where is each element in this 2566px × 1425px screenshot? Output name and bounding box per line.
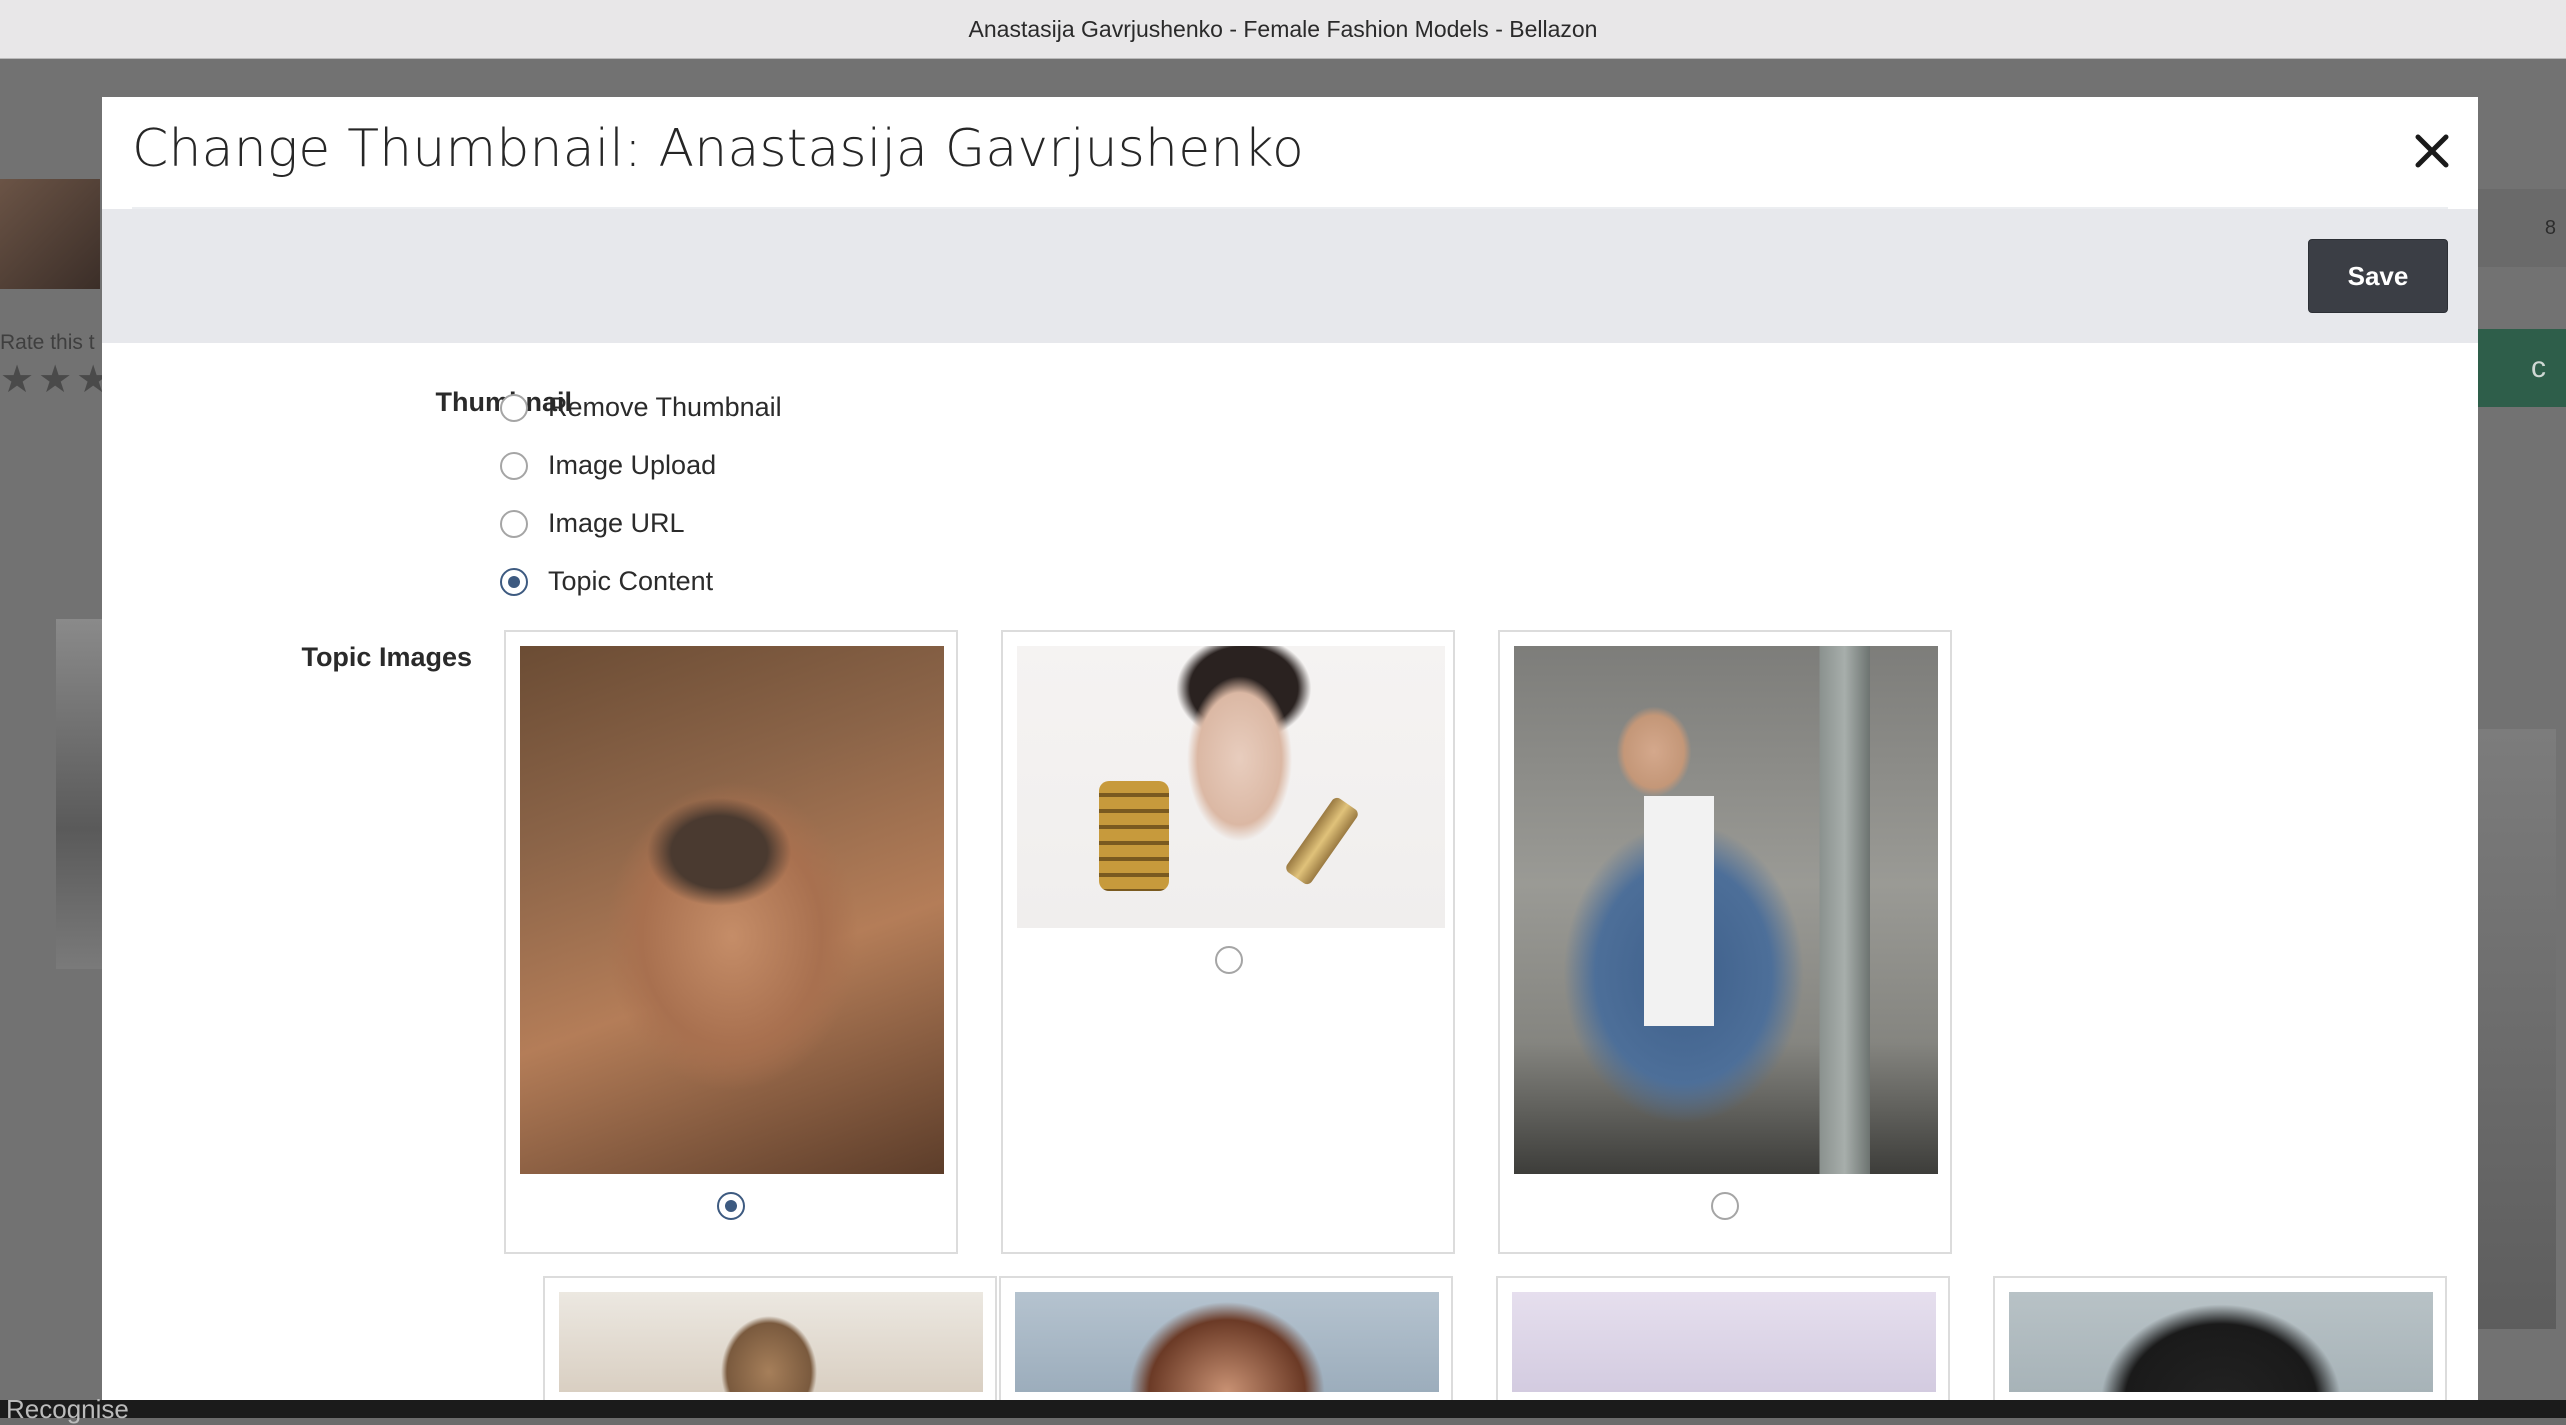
background-rate-text: Rate this t xyxy=(0,331,95,354)
option-image-url[interactable]: Image URL xyxy=(500,508,685,539)
dialog-title: Change Thumbnail: Anastasija Gavrjushenk… xyxy=(132,119,1305,179)
option-label: Topic Content xyxy=(548,566,714,596)
background-image-right xyxy=(2470,729,2556,1329)
topic-images-label: Topic Images xyxy=(301,642,472,672)
option-remove-thumbnail[interactable]: Remove Thumbnail xyxy=(500,392,782,423)
option-label: Remove Thumbnail xyxy=(548,392,782,422)
window-title: Anastasija Gavrjushenko - Female Fashion… xyxy=(968,15,1598,42)
remove-thumbnail-radio[interactable] xyxy=(500,393,528,422)
topic-image-radio[interactable] xyxy=(717,1192,745,1220)
topic-image[interactable] xyxy=(559,1292,983,1392)
background-image xyxy=(56,619,106,969)
topic-image-tile[interactable] xyxy=(1496,1276,1950,1400)
dialog-toolbar: Save xyxy=(102,209,2478,343)
option-label: Image Upload xyxy=(548,450,717,480)
topic-image[interactable] xyxy=(2009,1292,2433,1392)
image-url-radio[interactable] xyxy=(500,509,528,538)
topic-image[interactable] xyxy=(1514,646,1938,1174)
lipstick-detail xyxy=(1283,795,1361,887)
background-count: 8 xyxy=(2478,189,2566,267)
topic-image-tile[interactable] xyxy=(543,1276,997,1400)
close-button[interactable] xyxy=(2404,123,2460,179)
window-titlebar: Anastasija Gavrjushenko - Female Fashion… xyxy=(0,0,2566,59)
image-upload-radio[interactable] xyxy=(500,451,528,480)
topic-image-tile[interactable] xyxy=(1498,630,1952,1254)
topic-image[interactable] xyxy=(1015,1292,1439,1392)
topic-image-radio[interactable] xyxy=(1711,1192,1739,1220)
topic-image-tile[interactable] xyxy=(1001,630,1455,1254)
topic-content-radio[interactable] xyxy=(500,567,528,596)
bangles-detail xyxy=(1099,781,1169,891)
topic-image-tile[interactable] xyxy=(1993,1276,2447,1400)
topic-image[interactable] xyxy=(1512,1292,1936,1392)
dialog-header: Change Thumbnail: Anastasija Gavrjushenk… xyxy=(132,97,2449,209)
background-rating-stars: ★★★ xyxy=(0,359,115,401)
shirt-detail xyxy=(1644,796,1714,1026)
topic-image[interactable] xyxy=(520,646,944,1174)
topic-image-tile[interactable] xyxy=(999,1276,1453,1400)
topic-image-tile[interactable] xyxy=(504,630,958,1254)
background-green-button: c xyxy=(2478,329,2566,407)
topic-image-radio[interactable] xyxy=(1215,946,1243,974)
option-label: Image URL xyxy=(548,508,685,538)
topic-image[interactable] xyxy=(1017,646,1445,928)
option-image-upload[interactable]: Image Upload xyxy=(500,450,716,481)
background-avatar xyxy=(0,179,100,289)
option-topic-content[interactable]: Topic Content xyxy=(500,566,713,597)
background-player-bar xyxy=(0,1400,2566,1418)
save-button[interactable]: Save xyxy=(2308,239,2448,313)
close-icon xyxy=(2415,134,2449,168)
change-thumbnail-dialog: Change Thumbnail: Anastasija Gavrjushenk… xyxy=(102,97,2478,1400)
